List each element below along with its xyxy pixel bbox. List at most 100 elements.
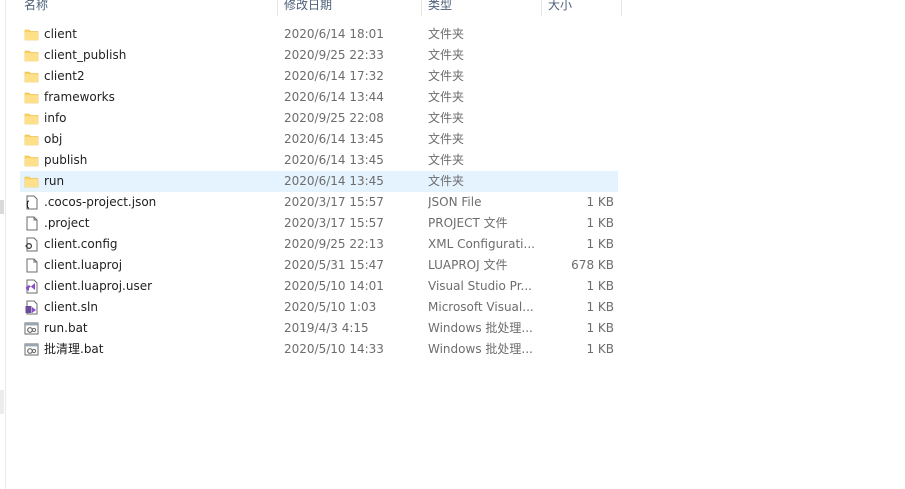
file-size: 678 KB bbox=[571, 258, 614, 272]
file-modified-date: 2020/3/17 15:57 bbox=[284, 195, 384, 209]
file-name: .cocos-project.json bbox=[44, 195, 157, 209]
file-name: client.config bbox=[44, 237, 118, 251]
blank-file-icon bbox=[24, 216, 39, 231]
file-name: obj bbox=[44, 132, 63, 146]
file-size: 1 KB bbox=[586, 321, 614, 335]
column-divider[interactable] bbox=[277, 0, 278, 16]
file-modified-date: 2020/9/25 22:33 bbox=[284, 48, 384, 62]
file-modified-date: 2020/9/25 22:13 bbox=[284, 237, 384, 251]
config-file-icon bbox=[24, 237, 39, 252]
file-row[interactable]: .project 2020/3/17 15:57 PROJECT 文件 1 KB bbox=[20, 213, 618, 234]
file-type: 文件夹 bbox=[428, 90, 465, 104]
file-modified-date: 2020/6/14 18:01 bbox=[284, 27, 384, 41]
file-name: client.luaproj bbox=[44, 258, 123, 272]
file-size: 1 KB bbox=[586, 300, 614, 314]
file-name: run.bat bbox=[44, 321, 88, 335]
column-divider[interactable] bbox=[621, 0, 622, 16]
visual-studio-file-icon bbox=[24, 279, 39, 294]
file-modified-date: 2020/5/10 1:03 bbox=[284, 300, 377, 314]
navigation-pane-edge bbox=[0, 0, 6, 489]
file-type: 文件夹 bbox=[428, 132, 465, 146]
file-type: Visual Studio Pr... bbox=[428, 279, 532, 293]
folder-icon bbox=[24, 48, 39, 63]
file-type: 文件夹 bbox=[428, 27, 465, 41]
file-row[interactable]: frameworks 2020/6/14 13:44 文件夹 bbox=[20, 87, 618, 108]
file-name: run bbox=[44, 174, 65, 188]
file-modified-date: 2020/6/14 13:44 bbox=[284, 90, 384, 104]
file-name: info bbox=[44, 111, 67, 125]
folder-icon bbox=[24, 111, 39, 126]
file-type: PROJECT 文件 bbox=[428, 216, 508, 230]
folder-icon bbox=[24, 69, 39, 84]
file-row[interactable]: client.config 2020/9/25 22:13 XML Configur… bbox=[20, 234, 618, 255]
file-modified-date: 2020/6/14 17:32 bbox=[284, 69, 384, 83]
file-name: client.sln bbox=[44, 300, 98, 314]
file-modified-date: 2020/5/31 15:47 bbox=[284, 258, 384, 272]
file-row[interactable]: .cocos-project.json 2020/3/17 15:57 JSON F… bbox=[20, 192, 618, 213]
folder-icon bbox=[24, 90, 39, 105]
file-modified-date: 2020/3/17 15:57 bbox=[284, 216, 384, 230]
column-divider[interactable] bbox=[421, 0, 422, 16]
file-size: 1 KB bbox=[586, 342, 614, 356]
file-size: 1 KB bbox=[586, 237, 614, 251]
file-row[interactable]: 批清理.bat 2020/5/10 14:33 Windows 批处理... 1 KB bbox=[20, 339, 618, 360]
file-type: 文件夹 bbox=[428, 48, 465, 62]
file-row[interactable]: publish 2020/6/14 13:45 文件夹 bbox=[20, 150, 618, 171]
blank-file-icon bbox=[24, 258, 39, 273]
file-size: 1 KB bbox=[586, 216, 614, 230]
navigation-pane-marker bbox=[0, 390, 4, 414]
solution-file-icon bbox=[24, 300, 39, 315]
column-header-row: 名称 修改日期 类型 大小 bbox=[0, 0, 622, 18]
file-size: 1 KB bbox=[586, 279, 614, 293]
folder-icon bbox=[24, 153, 39, 168]
file-name: client2 bbox=[44, 69, 85, 83]
file-row[interactable]: client 2020/6/14 18:01 文件夹 bbox=[20, 24, 618, 45]
file-name: client_publish bbox=[44, 48, 127, 62]
file-size: 1 KB bbox=[586, 195, 614, 209]
file-modified-date: 2020/6/14 13:45 bbox=[284, 153, 384, 167]
folder-icon bbox=[24, 132, 39, 147]
navigation-pane-marker bbox=[0, 200, 4, 214]
folder-icon bbox=[24, 174, 39, 189]
file-name: .project bbox=[44, 216, 90, 230]
file-type: 文件夹 bbox=[428, 174, 465, 188]
file-row-selected[interactable]: run 2020/6/14 13:45 文件夹 bbox=[20, 171, 618, 192]
file-type: Windows 批处理... bbox=[428, 321, 533, 335]
file-type: JSON File bbox=[428, 195, 482, 209]
file-modified-date: 2020/6/14 13:45 bbox=[284, 174, 384, 188]
column-header-size[interactable]: 大小 bbox=[548, 0, 572, 18]
file-modified-date: 2020/9/25 22:08 bbox=[284, 111, 384, 125]
folder-icon bbox=[24, 27, 39, 42]
file-type: XML Configurati... bbox=[428, 237, 535, 251]
file-row[interactable]: info 2020/9/25 22:08 文件夹 bbox=[20, 108, 618, 129]
file-type: 文件夹 bbox=[428, 69, 465, 83]
file-name: publish bbox=[44, 153, 88, 167]
file-name: client.luaproj.user bbox=[44, 279, 153, 293]
file-modified-date: 2020/5/10 14:33 bbox=[284, 342, 384, 356]
file-name: frameworks bbox=[44, 90, 115, 104]
file-type: 文件夹 bbox=[428, 153, 465, 167]
file-row[interactable]: client.sln 2020/5/10 1:03 Microsoft Visual… bbox=[20, 297, 618, 318]
file-name: client bbox=[44, 27, 77, 41]
column-header-name[interactable]: 名称 bbox=[24, 0, 48, 18]
file-type: Microsoft Visual... bbox=[428, 300, 534, 314]
file-type: Windows 批处理... bbox=[428, 342, 533, 356]
file-row[interactable]: client_publish 2020/9/25 22:33 文件夹 bbox=[20, 45, 618, 66]
json-file-icon bbox=[24, 195, 39, 210]
file-row[interactable]: run.bat 2019/4/3 4:15 Windows 批处理... 1 KB bbox=[20, 318, 618, 339]
file-type: 文件夹 bbox=[428, 111, 465, 125]
batch-file-icon bbox=[24, 342, 39, 357]
file-row[interactable]: client2 2020/6/14 17:32 文件夹 bbox=[20, 66, 618, 87]
file-type: LUAPROJ 文件 bbox=[428, 258, 508, 272]
file-row[interactable]: client.luaproj 2020/5/31 15:47 LUAPROJ 文件 6… bbox=[20, 255, 618, 276]
column-divider[interactable] bbox=[541, 0, 542, 16]
batch-file-icon bbox=[24, 321, 39, 336]
file-row[interactable]: client.luaproj.user 2020/5/10 14:01 Visual… bbox=[20, 276, 618, 297]
column-header-type[interactable]: 类型 bbox=[428, 0, 452, 18]
file-modified-date: 2020/5/10 14:01 bbox=[284, 279, 384, 293]
file-modified-date: 2020/6/14 13:45 bbox=[284, 132, 384, 146]
column-header-date[interactable]: 修改日期 bbox=[284, 0, 332, 18]
file-row[interactable]: obj 2020/6/14 13:45 文件夹 bbox=[20, 129, 618, 150]
file-name: 批清理.bat bbox=[44, 342, 104, 356]
file-modified-date: 2019/4/3 4:15 bbox=[284, 321, 369, 335]
